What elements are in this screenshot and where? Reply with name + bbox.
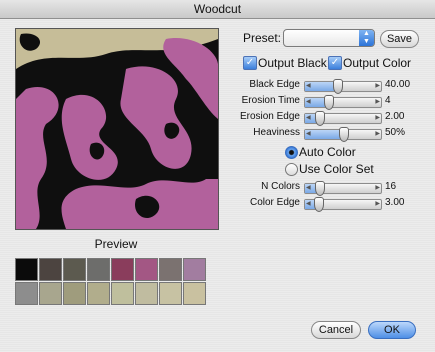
right-arrow-icon: ▶ xyxy=(375,201,380,207)
color-edge-label: Color Edge xyxy=(249,197,300,208)
color-swatch xyxy=(135,258,158,281)
color-swatch xyxy=(63,282,86,305)
cancel-button[interactable]: Cancel xyxy=(311,321,361,339)
left-arrow-icon: ◀ xyxy=(306,99,311,105)
color-swatch xyxy=(15,258,38,281)
color-swatch-grid xyxy=(15,258,206,305)
preset-select[interactable]: ▲ ▼ xyxy=(283,29,375,47)
auto-color-label: Auto Color xyxy=(299,145,356,159)
black-edge-value: 40.00 xyxy=(385,79,411,90)
color-swatch xyxy=(111,258,134,281)
n-colors-value: 16 xyxy=(385,181,397,192)
left-arrow-icon: ◀ xyxy=(306,115,311,121)
ok-button[interactable]: OK xyxy=(368,321,416,339)
black-edge-slider[interactable]: ◀ ▶ xyxy=(304,79,382,94)
preset-label: Preset: xyxy=(243,31,282,45)
preview-label: Preview xyxy=(94,237,138,251)
color-swatch xyxy=(15,282,38,305)
right-arrow-icon: ▶ xyxy=(375,83,380,89)
output-black-label: Output Black xyxy=(258,56,327,70)
color-swatch xyxy=(87,282,110,305)
color-swatch xyxy=(159,282,182,305)
right-arrow-icon: ▶ xyxy=(375,185,380,191)
updown-arrow-icon: ▲ ▼ xyxy=(359,30,374,46)
slider-knob[interactable] xyxy=(333,79,344,94)
color-swatch xyxy=(183,258,206,281)
heaviness-label: Heaviness xyxy=(253,127,300,138)
left-arrow-icon: ◀ xyxy=(306,83,311,89)
erosion-edge-slider[interactable]: ◀ ▶ xyxy=(304,111,382,126)
color-swatch xyxy=(183,282,206,305)
erosion-edge-label: Erosion Edge xyxy=(239,111,300,122)
save-button[interactable]: Save xyxy=(380,30,419,48)
output-black-checkbox[interactable]: ✓ xyxy=(243,56,257,70)
output-color-checkbox[interactable]: ✓ xyxy=(328,56,342,70)
color-swatch xyxy=(63,258,86,281)
color-swatch xyxy=(87,258,110,281)
color-swatch xyxy=(111,282,134,305)
checkmark-icon: ✓ xyxy=(245,57,255,68)
slider-knob[interactable] xyxy=(324,95,335,110)
erosion-edge-value: 2.00 xyxy=(385,111,405,122)
heaviness-slider[interactable]: ◀ ▶ xyxy=(304,127,382,142)
woodcut-dialog: Woodcut Preview Preset: ▲ ▼ Save ✓ Output… xyxy=(0,0,435,352)
left-arrow-icon: ◀ xyxy=(306,131,311,137)
slider-knob[interactable] xyxy=(314,197,325,212)
output-color-label: Output Color xyxy=(343,56,412,70)
use-color-set-label: Use Color Set xyxy=(299,162,374,176)
erosion-time-slider[interactable]: ◀ ▶ xyxy=(304,95,382,110)
slider-knob[interactable] xyxy=(315,111,326,126)
preview-image xyxy=(15,28,219,230)
n-colors-slider[interactable]: ◀ ▶ xyxy=(304,181,382,196)
erosion-time-value: 4 xyxy=(385,95,391,106)
color-swatch xyxy=(159,258,182,281)
slider-knob[interactable] xyxy=(315,181,326,196)
slider-knob[interactable] xyxy=(339,127,349,142)
right-arrow-icon: ▶ xyxy=(375,131,380,137)
heaviness-value: 50% xyxy=(385,127,406,138)
right-arrow-icon: ▶ xyxy=(375,99,380,105)
auto-color-radio[interactable] xyxy=(285,146,298,159)
left-arrow-icon: ◀ xyxy=(306,185,311,191)
left-arrow-icon: ◀ xyxy=(306,201,311,207)
black-edge-label: Black Edge xyxy=(249,79,300,90)
color-swatch xyxy=(135,282,158,305)
use-color-set-radio[interactable] xyxy=(285,163,298,176)
checkmark-icon: ✓ xyxy=(330,57,340,68)
window-title: Woodcut xyxy=(0,0,435,19)
color-edge-value: 3.00 xyxy=(385,197,405,208)
color-swatch xyxy=(39,282,62,305)
right-arrow-icon: ▶ xyxy=(375,115,380,121)
color-swatch xyxy=(39,258,62,281)
n-colors-label: N Colors xyxy=(261,181,300,192)
erosion-time-label: Erosion Time xyxy=(241,95,300,106)
color-edge-slider[interactable]: ◀ ▶ xyxy=(304,197,382,212)
